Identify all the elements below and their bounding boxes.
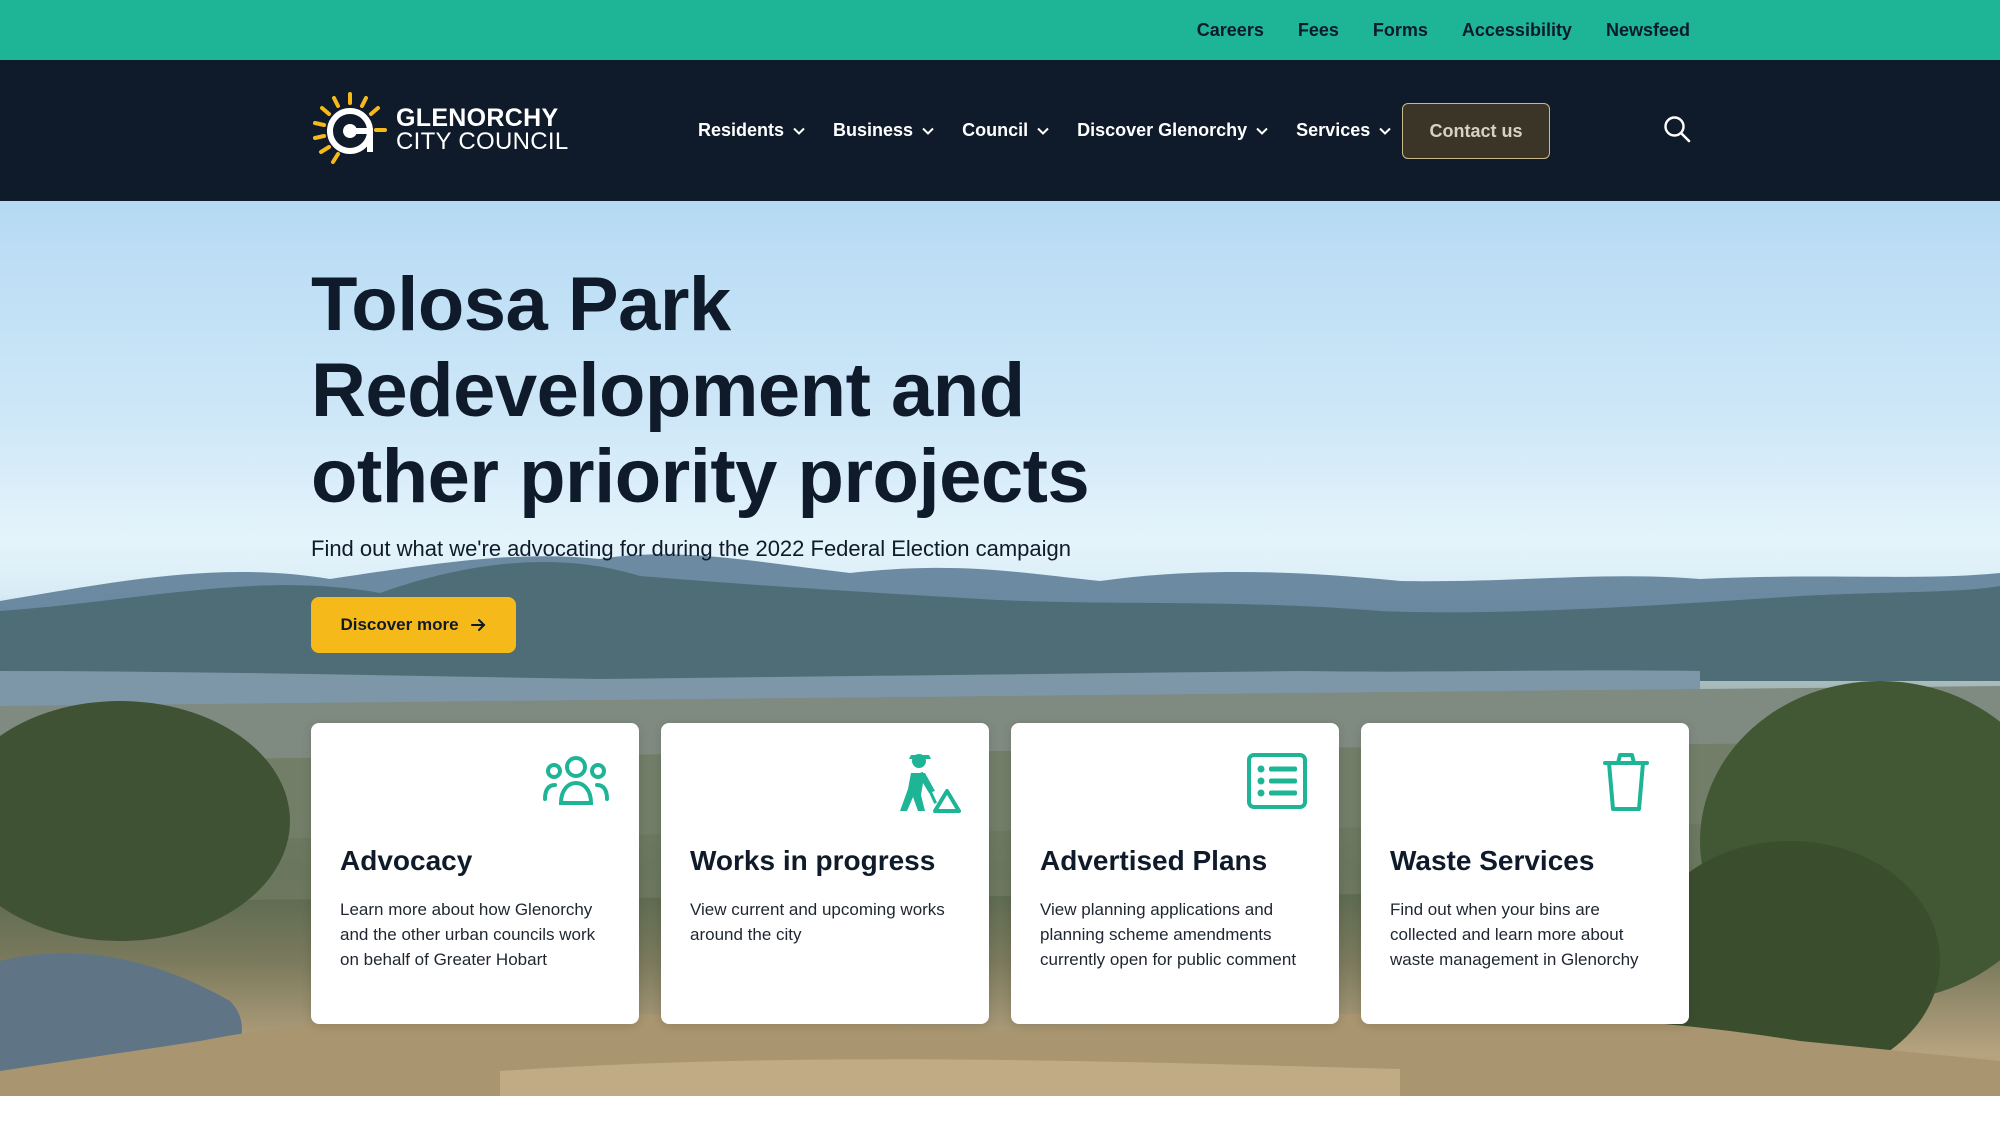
nav-discover-glenorchy[interactable]: Discover Glenorchy — [1077, 120, 1269, 141]
card-title: Advocacy — [340, 845, 473, 876]
card-description: Find out when your bins are collected an… — [1390, 900, 1639, 969]
card-advertised-plans[interactable]: Advertised Plans View planning applicati… — [1011, 723, 1339, 1024]
contact-us-button[interactable]: Contact us — [1402, 103, 1550, 159]
card-title: Waste Services — [1390, 845, 1595, 876]
card-works-in-progress[interactable]: Works in progress View current and upcom… — [661, 723, 989, 1024]
utility-bar: Careers Fees Forms Accessibility Newsfee… — [0, 0, 2000, 60]
utility-link-accessibility[interactable]: Accessibility — [1462, 20, 1572, 41]
chevron-down-icon — [1379, 127, 1391, 135]
nav-council-label: Council — [962, 120, 1029, 140]
sun-logo-icon — [313, 92, 387, 164]
discover-more-label: Discover more — [340, 615, 459, 634]
logo-text: GLENORCHY CITY COUNCIL — [396, 106, 569, 154]
hero-subtitle: Find out what we're advocating for durin… — [311, 536, 1071, 561]
list-document-icon — [1247, 753, 1307, 809]
site-logo[interactable]: GLENORCHY CITY COUNCIL — [310, 90, 570, 170]
utility-link-careers[interactable]: Careers — [1197, 20, 1264, 41]
nav-services[interactable]: Services — [1296, 120, 1392, 141]
nav-business-label: Business — [833, 120, 914, 140]
bin-icon — [1603, 753, 1649, 811]
arrow-right-icon — [470, 619, 485, 631]
card-description: View current and upcoming works around t… — [690, 900, 945, 944]
nav-council[interactable]: Council — [962, 120, 1050, 141]
discover-more-button[interactable]: Discover more — [311, 597, 516, 653]
card-title: Works in progress — [690, 845, 936, 876]
construction-worker-icon — [900, 754, 961, 813]
nav-residents-label: Residents — [698, 120, 785, 140]
nav-business[interactable]: Business — [833, 120, 935, 141]
search-icon[interactable] — [1662, 114, 1692, 144]
main-nav: Residents Business Council Discover Glen… — [698, 60, 1419, 201]
hero-title: Tolosa Park Redevelopment and other prio… — [311, 262, 1090, 519]
chevron-down-icon — [793, 127, 805, 135]
main-header: GLENORCHY CITY COUNCIL Residents Busines… — [0, 60, 2000, 201]
card-advocacy[interactable]: Advocacy Learn more about how Glenorchy … — [311, 723, 639, 1024]
chevron-down-icon — [922, 127, 934, 135]
utility-link-fees[interactable]: Fees — [1298, 20, 1339, 41]
people-group-icon — [543, 756, 609, 805]
chevron-down-icon — [1256, 127, 1268, 135]
logo-line-2: CITY COUNCIL — [396, 128, 569, 155]
card-description: View planning applications and planning … — [1040, 900, 1297, 969]
nav-residents[interactable]: Residents — [698, 120, 806, 141]
nav-services-label: Services — [1296, 120, 1371, 140]
utility-links: Careers Fees Forms Accessibility Newsfee… — [1163, 0, 1690, 60]
logo-line-1: GLENORCHY — [396, 104, 559, 132]
utility-link-forms[interactable]: Forms — [1373, 20, 1428, 41]
utility-link-newsfeed[interactable]: Newsfeed — [1606, 20, 1690, 41]
card-waste-services[interactable]: Waste Services Find out when your bins a… — [1361, 723, 1689, 1024]
nav-discover-label: Discover Glenorchy — [1077, 120, 1248, 140]
card-description: Learn more about how Glenorchy and the o… — [340, 900, 596, 969]
chevron-down-icon — [1037, 127, 1049, 135]
page-bottom-strip — [0, 1096, 2000, 1125]
hero-banner: Tolosa Park Redevelopment and other prio… — [0, 201, 2000, 1096]
card-title: Advertised Plans — [1040, 845, 1268, 876]
